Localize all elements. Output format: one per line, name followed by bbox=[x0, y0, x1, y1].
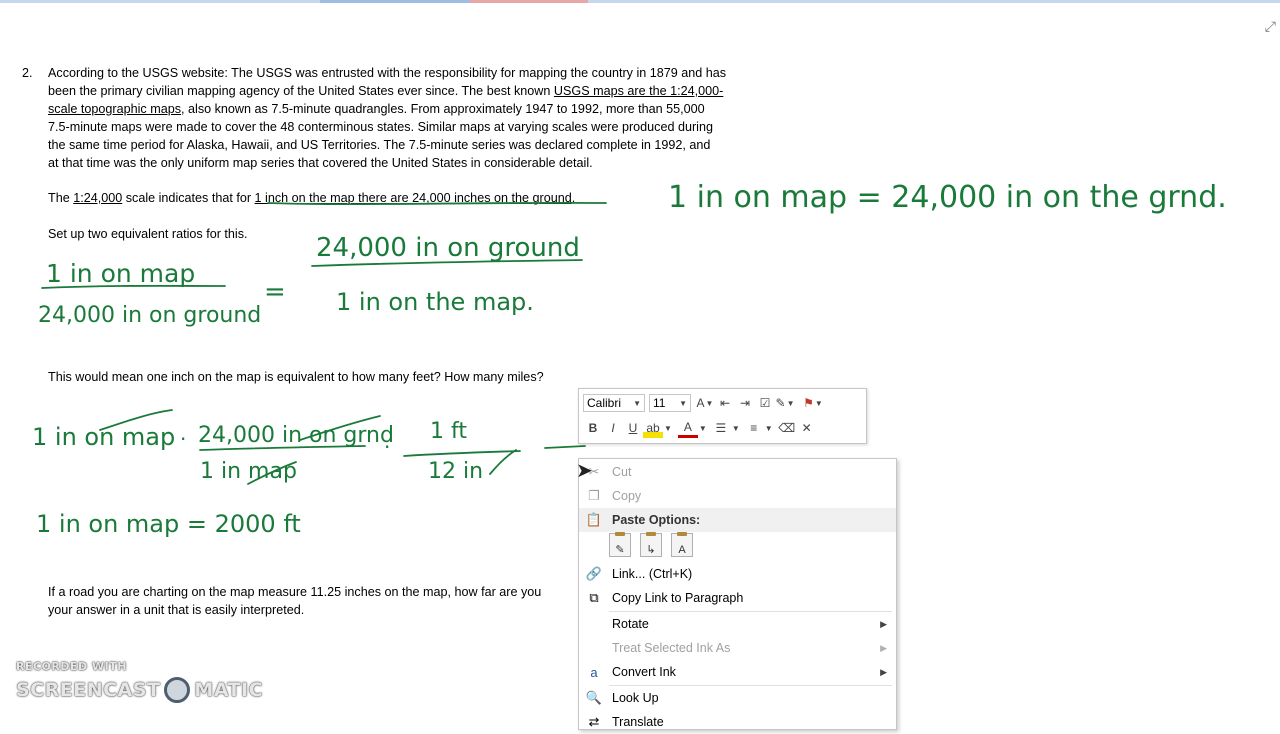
flag-icon[interactable]: ⚑ ▼ bbox=[803, 393, 823, 413]
clear-formatting-icon[interactable]: ✕ bbox=[797, 418, 817, 438]
font-style-icon[interactable]: A ▼ bbox=[695, 393, 715, 413]
numbering-icon[interactable]: ≡ bbox=[744, 418, 764, 438]
mini-format-toolbar: Calibri ▼ 11 ▼ A ▼ ⇤ ⇥ ☑ ✎ ▼ ⚑ ▼ B I U ab ▼ A… bbox=[578, 388, 867, 444]
increase-indent-icon[interactable]: ⇥ bbox=[735, 393, 755, 413]
font-name-dropdown[interactable]: Calibri ▼ bbox=[583, 394, 645, 412]
translate-icon: ⇄ bbox=[588, 714, 600, 729]
submenu-arrow-icon: ▶ bbox=[880, 642, 887, 653]
paragraph-line: the same time period for Alaska, Hawaii,… bbox=[48, 138, 711, 152]
submenu-arrow-icon: ▶ bbox=[880, 666, 887, 677]
convert-ink-icon: a bbox=[590, 664, 598, 680]
clipboard-icon: 📋 bbox=[585, 512, 603, 527]
menu-item-link[interactable]: 🔗 Link... (Ctrl+K) bbox=[579, 562, 896, 586]
scale-line: The 1:24,000 scale indicates that for 1 … bbox=[48, 191, 576, 205]
menu-item-copy[interactable]: ❐ Copy bbox=[579, 484, 896, 508]
eraser-icon[interactable]: ⌫ bbox=[777, 418, 797, 438]
road-question-line-2: your answer in a unit that is easily int… bbox=[48, 603, 305, 617]
paste-merge-formatting-icon[interactable]: ↳ bbox=[640, 532, 662, 557]
link-icon: 🔗 bbox=[585, 566, 603, 581]
menu-item-rotate[interactable]: Rotate ▶ bbox=[579, 612, 896, 636]
menu-item-convert-ink[interactable]: a Convert Ink ▶ bbox=[579, 660, 896, 684]
screencast-watermark: RECORDED WITH SCREENCAST MATIC bbox=[16, 660, 264, 703]
context-menu: ✂ Cut ❐ Copy 📋 Paste Options: ✎ ↳ A 🔗 Li… bbox=[578, 458, 897, 730]
highlight-icon[interactable]: ab bbox=[643, 418, 663, 438]
list-number: 2. bbox=[22, 66, 33, 80]
paragraph-line: According to the USGS website: The USGS … bbox=[48, 66, 727, 80]
paste-option-icons: ✎ ↳ A bbox=[609, 532, 693, 557]
road-question-line-1: If a road you are charting on the map me… bbox=[48, 585, 542, 599]
paste-keep-formatting-icon[interactable]: ✎ bbox=[609, 532, 631, 557]
menu-item-cut[interactable]: ✂ Cut bbox=[579, 460, 896, 484]
paragraph-line: 7.5-minute maps were made to cover the 4… bbox=[48, 120, 713, 134]
checkbox-icon[interactable]: ☑ bbox=[755, 393, 775, 413]
mouse-cursor-icon: ➤ bbox=[576, 460, 593, 482]
underline-button[interactable]: U bbox=[623, 418, 643, 438]
font-size-dropdown[interactable]: 11 ▼ bbox=[649, 394, 691, 412]
menu-item-copy-link-paragraph[interactable]: ⧉ Copy Link to Paragraph bbox=[579, 586, 896, 610]
setup-instruction: Set up two equivalent ratios for this. bbox=[48, 227, 248, 241]
paragraph-line: at that time was the only uniform map se… bbox=[48, 156, 593, 170]
question-line: This would mean one inch on the map is e… bbox=[48, 370, 544, 384]
copy-link-icon: ⧉ bbox=[589, 590, 599, 605]
paste-keep-text-only-icon[interactable]: A bbox=[671, 532, 693, 557]
styles-icon[interactable]: ✎ ▼ bbox=[775, 393, 795, 413]
bold-button[interactable]: B bbox=[583, 418, 603, 438]
paragraph-line: been the primary civilian mapping agency… bbox=[48, 84, 724, 98]
menu-item-translate[interactable]: ⇄ Translate bbox=[579, 710, 896, 734]
font-color-button[interactable]: A bbox=[677, 419, 698, 438]
paragraph-line: scale topographic maps, also known as 7.… bbox=[48, 102, 705, 116]
italic-button[interactable]: I bbox=[603, 418, 623, 438]
search-icon: 🔍 bbox=[585, 690, 603, 705]
decrease-indent-icon[interactable]: ⇤ bbox=[715, 393, 735, 413]
bullets-icon[interactable]: ☰ bbox=[711, 418, 731, 438]
menu-item-look-up[interactable]: 🔍 Look Up bbox=[579, 686, 896, 710]
submenu-arrow-icon: ▶ bbox=[880, 618, 887, 629]
screencast-logo-icon bbox=[164, 677, 191, 703]
copy-icon: ❐ bbox=[588, 488, 600, 503]
usgs-paragraph: According to the USGS website: The USGS … bbox=[48, 64, 778, 172]
menu-header-paste-options: 📋 Paste Options: bbox=[579, 508, 896, 532]
menu-item-treat-selected-ink[interactable]: Treat Selected Ink As ▶ bbox=[579, 636, 896, 660]
